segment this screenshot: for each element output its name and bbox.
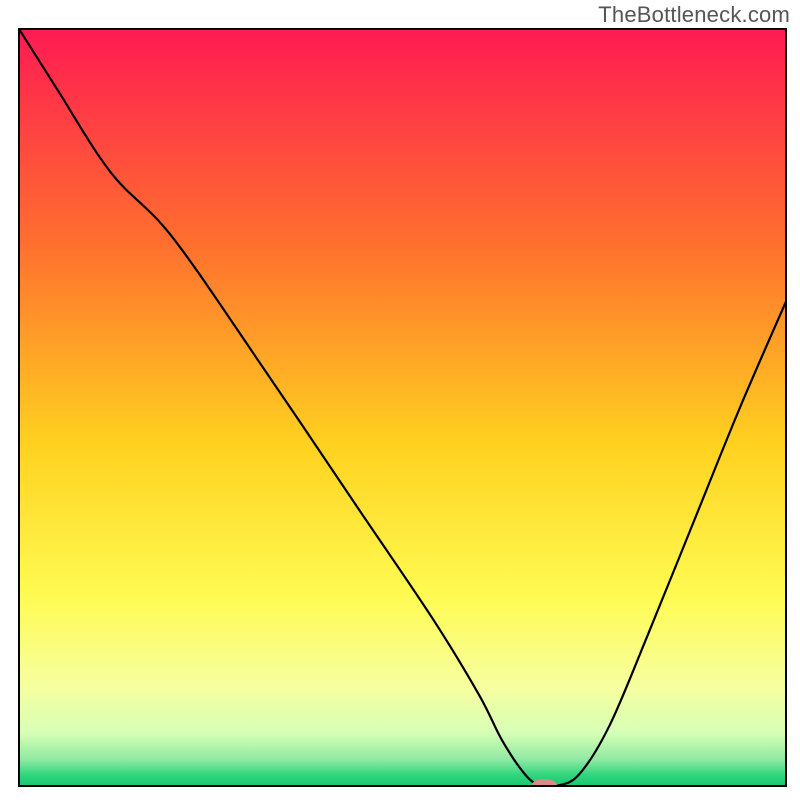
- gradient-fill: [19, 29, 786, 786]
- chart-stage: TheBottleneck.com: [0, 0, 800, 800]
- bottleneck-chart: [0, 0, 800, 800]
- watermark-text: TheBottleneck.com: [598, 2, 790, 28]
